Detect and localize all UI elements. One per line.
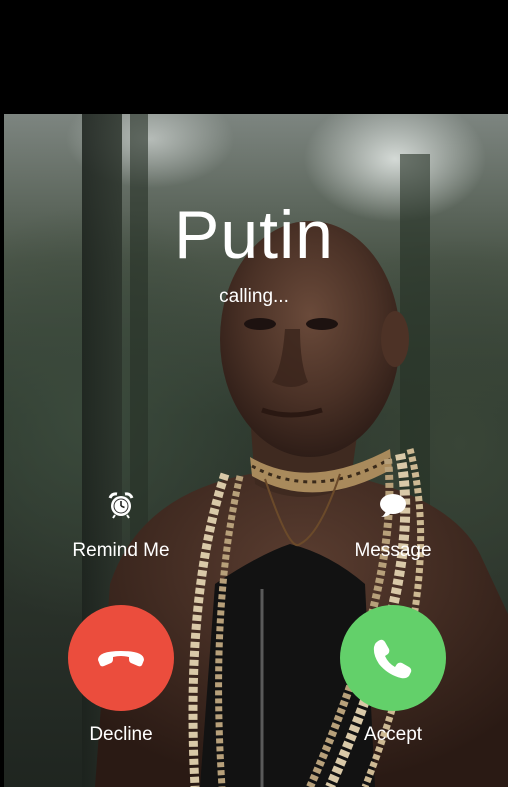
phone-icon <box>373 639 412 679</box>
message-button[interactable]: Message <box>323 490 463 562</box>
incoming-call-screen: Putin calling... Remind Me Message Decli… <box>0 0 508 787</box>
decline-button[interactable] <box>68 605 174 711</box>
caller-name: Putin <box>174 197 334 273</box>
alarm-clock-icon <box>108 492 134 519</box>
remind-me-button[interactable]: Remind Me <box>51 490 191 562</box>
accept-label: Accept <box>363 724 423 745</box>
phone-hangup-icon <box>98 651 144 667</box>
message-label: Message <box>354 540 432 561</box>
remind-me-label: Remind Me <box>72 540 170 561</box>
message-bubble-icon <box>380 494 406 517</box>
decline-label: Decline <box>89 724 153 745</box>
top-black-bar <box>0 0 508 114</box>
call-status: calling... <box>219 286 289 307</box>
accept-button[interactable] <box>340 605 446 711</box>
